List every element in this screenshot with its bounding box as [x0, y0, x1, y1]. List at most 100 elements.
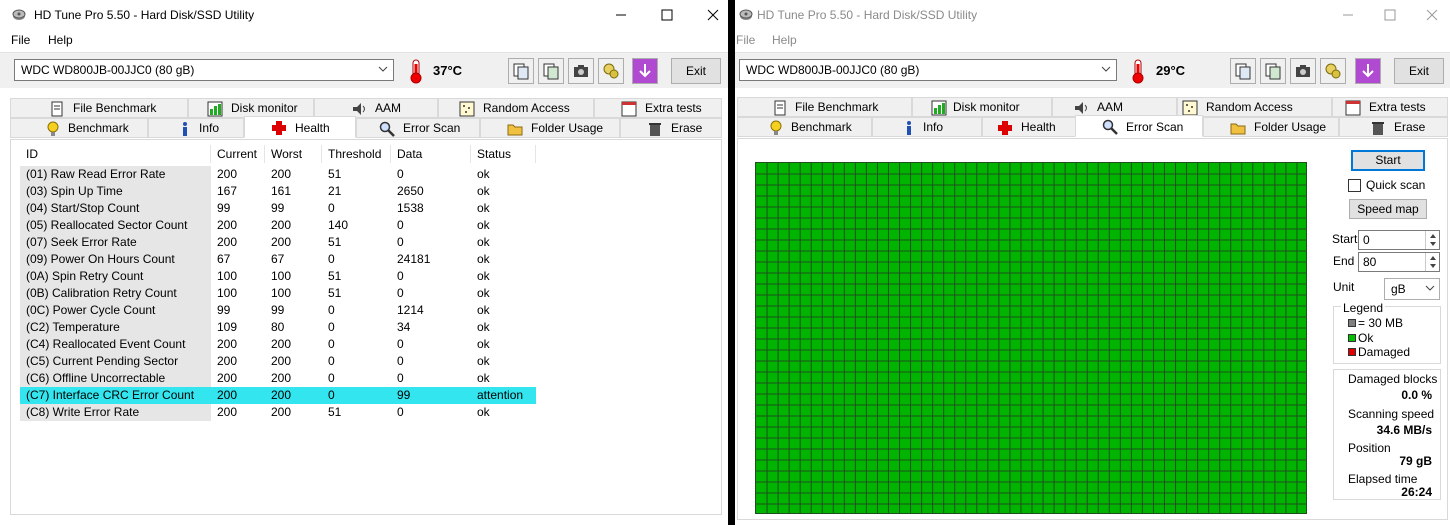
table-row[interactable]: (C8) Write Error Rate 200 200 51 0 ok — [20, 404, 536, 421]
cell-worst: 200 — [271, 354, 292, 368]
options-icon[interactable] — [598, 58, 624, 84]
cell-status: ok — [477, 286, 490, 300]
column-header-current[interactable]: Current — [211, 145, 265, 163]
menu-file[interactable]: File — [736, 33, 755, 47]
trash-icon — [1370, 120, 1386, 136]
table-row[interactable]: (C4) Reallocated Event Count 200 200 0 0 ok — [20, 336, 536, 353]
table-row[interactable]: (0C) Power Cycle Count 99 99 0 1214 ok — [20, 302, 536, 319]
tab-disk-monitor[interactable]: Disk monitor — [188, 98, 314, 118]
cell-threshold: 0 — [328, 371, 335, 385]
table-row[interactable]: (01) Raw Read Error Rate 200 200 51 0 ok — [20, 166, 536, 183]
tab-error-scan[interactable]: Error Scan — [356, 118, 480, 138]
cell-id: (C7) Interface CRC Error Count — [20, 387, 211, 404]
speed-map-button[interactable]: Speed map — [1349, 199, 1427, 219]
end-position-input[interactable]: 80 — [1358, 252, 1440, 272]
tab-disk-monitor[interactable]: Disk monitor — [912, 97, 1052, 117]
cell-current: 200 — [217, 337, 238, 351]
start-scan-button[interactable]: Start — [1351, 150, 1425, 171]
save-download-icon[interactable] — [1355, 58, 1381, 84]
cell-current: 200 — [217, 405, 238, 419]
table-row[interactable]: (C2) Temperature 109 80 0 34 ok — [20, 319, 536, 336]
camera-icon[interactable] — [568, 58, 594, 84]
column-header-data[interactable]: Data — [391, 145, 471, 163]
copy-all-button[interactable] — [1260, 58, 1286, 84]
tab-extra-tests[interactable]: Extra tests — [1332, 97, 1448, 117]
tab-aam[interactable]: AAM — [314, 98, 438, 118]
tab-file-benchmark[interactable]: File Benchmark — [10, 98, 188, 118]
table-row[interactable]: (C6) Offline Uncorrectable 200 200 0 0 ok — [20, 370, 536, 387]
tab-info[interactable]: Info — [872, 117, 982, 137]
table-row[interactable]: (09) Power On Hours Count 67 67 0 24181 ok — [20, 251, 536, 268]
random-access-icon — [1182, 100, 1198, 116]
cell-threshold: 21 — [328, 184, 342, 198]
tab-health[interactable]: Health — [244, 116, 356, 138]
cell-data: 0 — [397, 235, 404, 249]
drive-select[interactable]: WDC WD800JB-00JJC0 (80 gB) — [739, 59, 1117, 81]
camera-icon[interactable] — [1290, 58, 1316, 84]
drive-select[interactable]: WDC WD800JB-00JJC0 (80 gB) — [14, 59, 394, 81]
start-position-input[interactable]: 0 — [1358, 230, 1440, 250]
minimize-button[interactable] — [1325, 0, 1371, 30]
cell-status: ok — [477, 405, 490, 419]
column-header-worst[interactable]: Worst — [265, 145, 322, 163]
tab-benchmark[interactable]: Benchmark — [10, 118, 148, 138]
cell-data: 0 — [397, 371, 404, 385]
table-row[interactable]: (C5) Current Pending Sector 200 200 0 0 ok — [20, 353, 536, 370]
tab-benchmark[interactable]: Benchmark — [737, 117, 872, 137]
menu-bar: File Help — [735, 30, 1450, 50]
info-icon — [901, 120, 917, 136]
tab-extra-tests[interactable]: Extra tests — [594, 98, 722, 118]
options-icon[interactable] — [1320, 58, 1346, 84]
menu-file[interactable]: File — [11, 33, 30, 47]
spin-arrows-icon[interactable] — [1425, 253, 1439, 271]
tab-file-benchmark[interactable]: File Benchmark — [737, 97, 912, 117]
title-bar[interactable]: HD Tune Pro 5.50 - Hard Disk/SSD Utility — [0, 0, 728, 30]
cell-id: (07) Seek Error Rate — [20, 234, 211, 251]
tab-erase[interactable]: Erase — [620, 118, 722, 138]
table-row[interactable]: (03) Spin Up Time 167 161 21 2650 ok — [20, 183, 536, 200]
spin-arrows-icon[interactable] — [1425, 231, 1439, 249]
cell-current: 99 — [217, 201, 231, 215]
tab-random-access[interactable]: Random Access — [438, 98, 594, 118]
cell-status: attention — [477, 388, 524, 402]
save-download-icon[interactable] — [632, 58, 658, 84]
table-row[interactable]: (05) Reallocated Sector Count 200 200 140 0 o… — [20, 217, 536, 234]
tab-info[interactable]: Info — [148, 118, 244, 138]
close-button[interactable] — [690, 0, 728, 30]
scan-stats-group: Damaged blocks 0.0 % Scanning speed 34.6… — [1333, 369, 1441, 500]
magnifier-icon — [379, 121, 395, 137]
unit-select[interactable]: gB — [1384, 278, 1440, 300]
maximize-button[interactable] — [1367, 0, 1413, 30]
exit-button[interactable]: Exit — [671, 58, 721, 84]
table-row[interactable]: (0B) Calibration Retry Count 100 100 51 0 ok — [20, 285, 536, 302]
menu-help[interactable]: Help — [48, 33, 73, 47]
toolbar: WDC WD800JB-00JJC0 (80 gB) 29°C Exit — [735, 52, 1450, 88]
menu-help[interactable]: Help — [772, 33, 797, 47]
cell-data: 0 — [397, 405, 404, 419]
table-row[interactable]: (07) Seek Error Rate 200 200 51 0 ok — [20, 234, 536, 251]
minimize-button[interactable] — [598, 0, 644, 30]
file-benchmark-icon — [772, 100, 788, 116]
tab-aam[interactable]: AAM — [1052, 97, 1177, 117]
tab-erase[interactable]: Erase — [1339, 117, 1448, 137]
tab-folder-usage[interactable]: Folder Usage — [1203, 117, 1339, 137]
thermometer-icon — [1128, 58, 1148, 84]
title-bar[interactable]: HD Tune Pro 5.50 - Hard Disk/SSD Utility — [735, 0, 1450, 30]
copy-info-button[interactable] — [1230, 58, 1256, 84]
table-row[interactable]: (C7) Interface CRC Error Count 200 200 0 99 a… — [20, 387, 536, 404]
column-header-id[interactable]: ID — [20, 145, 211, 163]
legend-label-ok: Ok — [1358, 331, 1374, 345]
column-header-threshold[interactable]: Threshold — [322, 145, 391, 163]
exit-button[interactable]: Exit — [1394, 58, 1444, 84]
table-row[interactable]: (04) Start/Stop Count 99 99 0 1538 ok — [20, 200, 536, 217]
copy-info-button[interactable] — [508, 58, 534, 84]
table-row[interactable]: (0A) Spin Retry Count 100 100 51 0 ok — [20, 268, 536, 285]
maximize-button[interactable] — [644, 0, 690, 30]
column-header-status[interactable]: Status — [471, 145, 536, 163]
tab-random-access[interactable]: Random Access — [1177, 97, 1332, 117]
quick-scan-checkbox[interactable] — [1348, 179, 1361, 192]
copy-all-button[interactable] — [538, 58, 564, 84]
close-button[interactable] — [1409, 0, 1450, 30]
tab-error-scan[interactable]: Error Scan — [1075, 115, 1203, 137]
tab-folder-usage[interactable]: Folder Usage — [480, 118, 620, 138]
